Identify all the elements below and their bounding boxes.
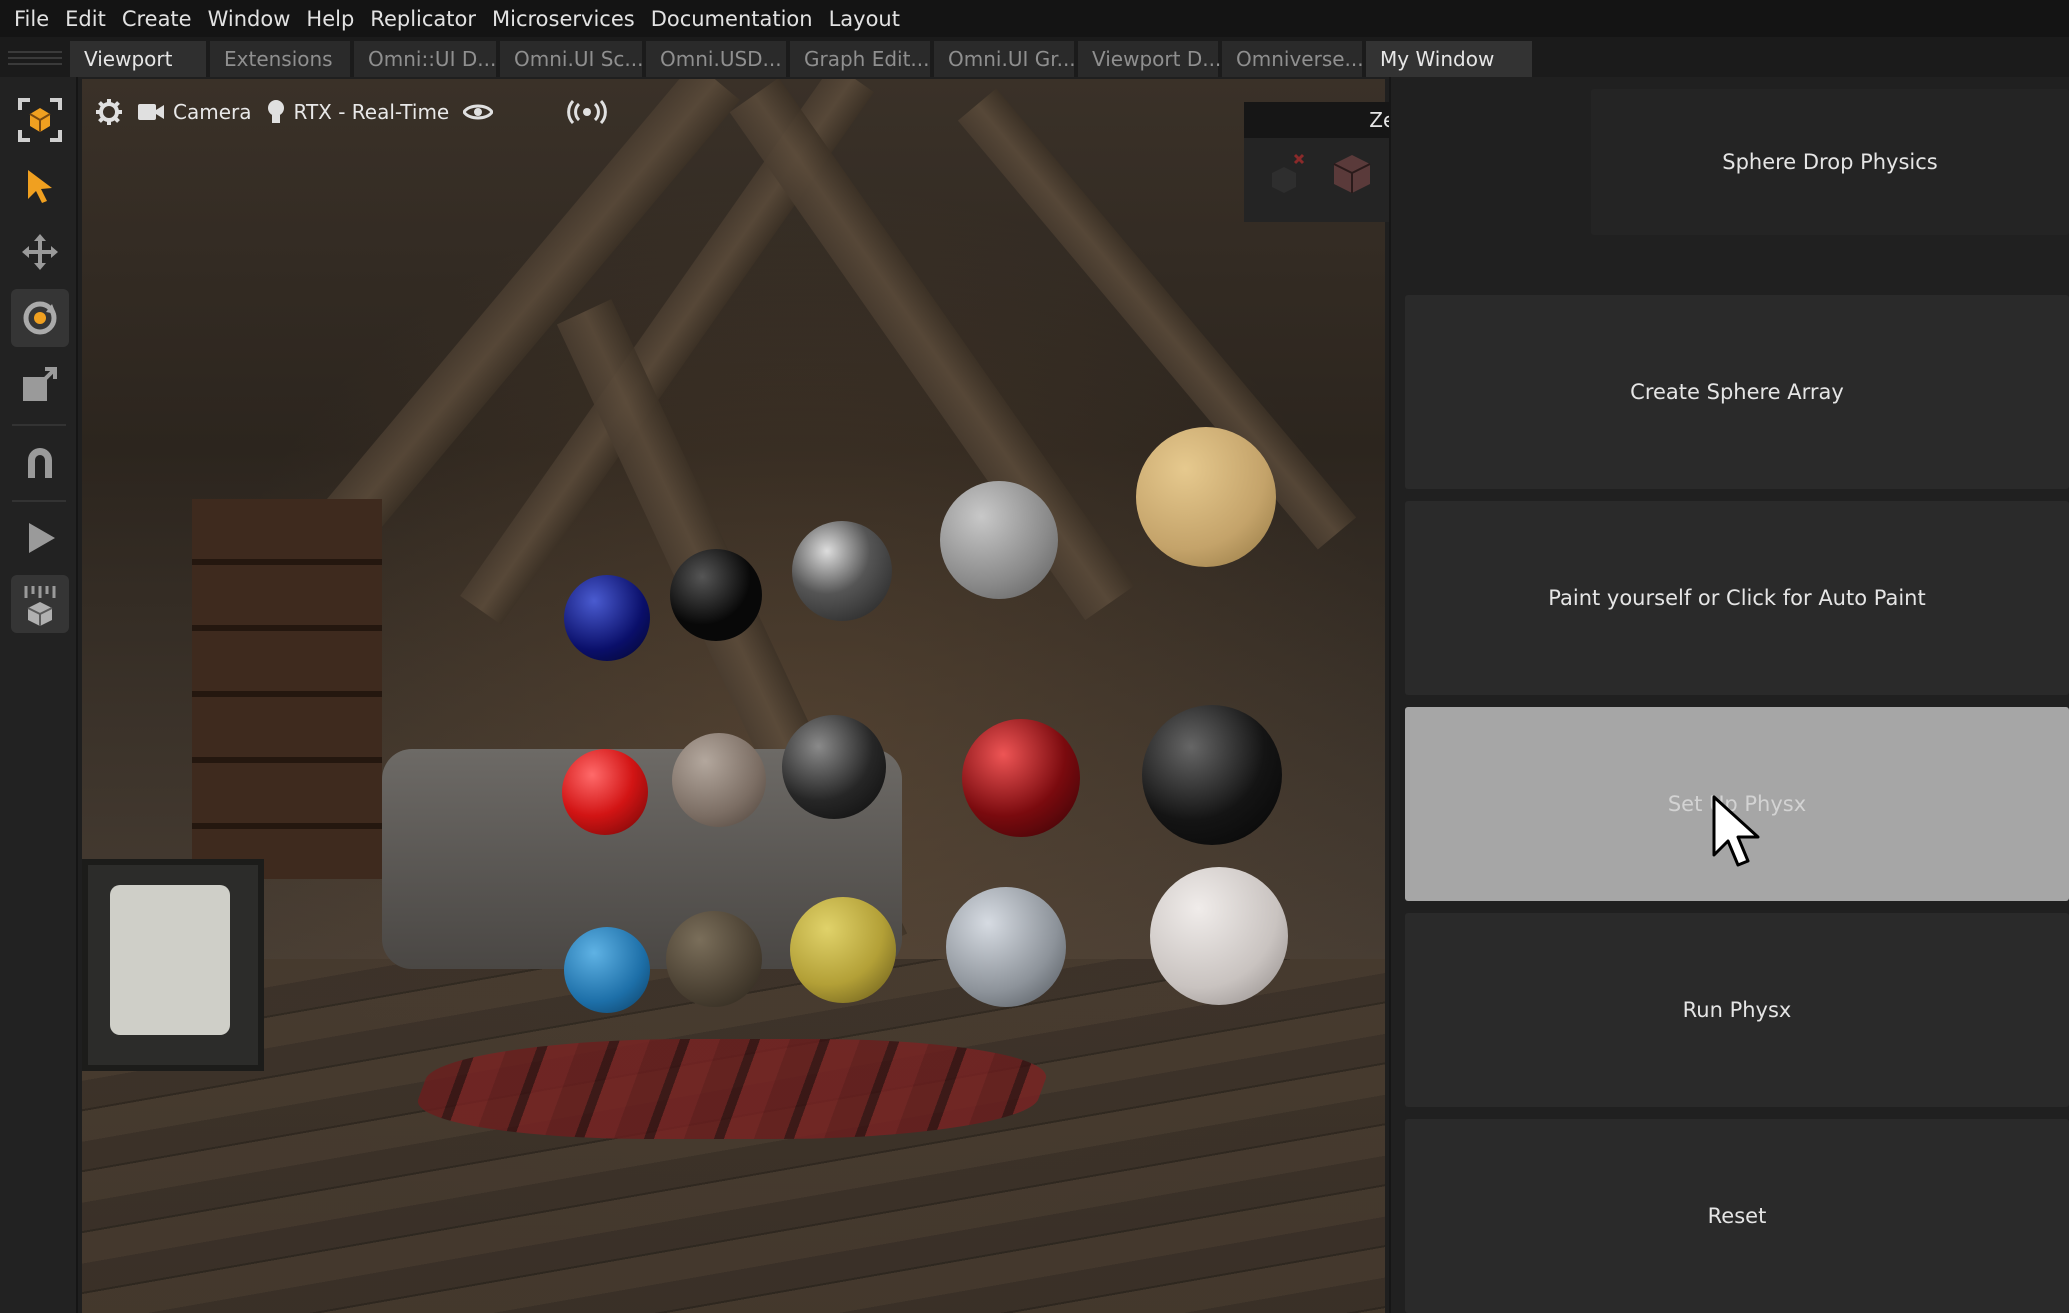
rug [403, 1039, 1061, 1139]
select-arrow-icon[interactable] [11, 157, 69, 215]
clear-marker-icon[interactable] [1258, 148, 1310, 200]
sphere[interactable] [782, 715, 886, 819]
tab-viewport-docs[interactable]: Viewport D... [1078, 41, 1221, 77]
menu-create[interactable]: Create [114, 7, 200, 31]
dynamic-cube-icon[interactable] [1326, 148, 1378, 200]
create-sphere-array-button[interactable]: Create Sphere Array [1405, 295, 2069, 489]
play-icon[interactable] [11, 509, 69, 567]
menu-edit[interactable]: Edit [57, 7, 114, 31]
roof-beam [729, 79, 1135, 621]
sphere[interactable] [562, 749, 648, 835]
sphere[interactable] [670, 549, 762, 641]
tab-graph-editor[interactable]: Graph Edit... [790, 41, 930, 77]
viewport-canvas[interactable] [82, 79, 1385, 1313]
tab-viewport[interactable]: Viewport [70, 41, 206, 77]
menu-microservices[interactable]: Microservices [484, 7, 643, 31]
tab-bar: Viewport Extensions Omni::UI D... Omni.U… [0, 37, 2069, 77]
sphere[interactable] [1150, 867, 1288, 1005]
left-toolbar [0, 77, 78, 1313]
sphere[interactable] [564, 575, 650, 661]
renderer-menu[interactable]: RTX - Real-Time [266, 98, 450, 126]
menu-help[interactable]: Help [298, 7, 362, 31]
mouse-cursor-icon [1710, 795, 1760, 874]
tab-omni-usd[interactable]: Omni.USD... [646, 41, 786, 77]
snap-magnet-icon[interactable] [11, 433, 69, 491]
lightbulb-icon [267, 100, 284, 123]
tab-omniverse[interactable]: Omniverse... [1222, 41, 1364, 77]
viewport-toolbar: Camera RTX - Real-Time [95, 92, 608, 132]
tab-omni-ui-graph[interactable]: Omni.UI Gr... [934, 41, 1076, 77]
tab-omni-ui-scene[interactable]: Omni.UI Sc... [500, 41, 643, 77]
menu-window[interactable]: Window [200, 7, 299, 31]
sphere[interactable] [1136, 427, 1276, 567]
auto-paint-button[interactable]: Paint yourself or Click for Auto Paint [1405, 501, 2069, 695]
sphere[interactable] [564, 927, 650, 1013]
camera-label: Camera [173, 100, 252, 124]
menubar: File Edit Create Window Help Replicator … [0, 0, 2069, 37]
menu-documentation[interactable]: Documentation [643, 7, 821, 31]
sphere[interactable] [962, 719, 1080, 837]
sphere[interactable] [666, 911, 762, 1007]
sphere[interactable] [946, 887, 1066, 1007]
tab-grip-handle[interactable] [0, 39, 70, 77]
camera-icon [138, 104, 164, 120]
sphere[interactable] [792, 521, 892, 621]
menu-replicator[interactable]: Replicator [362, 7, 484, 31]
tab-my-window[interactable]: My Window [1366, 41, 1532, 77]
old-tv [82, 859, 264, 1071]
gear-icon[interactable] [95, 98, 123, 126]
scale-icon[interactable] [11, 355, 69, 413]
camera-menu[interactable]: Camera [137, 100, 252, 124]
menu-file[interactable]: File [6, 7, 57, 31]
eye-icon[interactable] [463, 102, 494, 122]
sphere-drop-physics-button[interactable]: Sphere Drop Physics [1591, 89, 2069, 235]
tab-extensions[interactable]: Extensions [210, 41, 350, 77]
menu-layout[interactable]: Layout [821, 7, 908, 31]
rotate-icon[interactable] [11, 289, 69, 347]
broadcast-icon[interactable] [567, 100, 608, 124]
physics-drop-icon[interactable] [11, 575, 69, 633]
scene-select-icon[interactable] [11, 91, 69, 149]
tab-omni-ui-docs[interactable]: Omni::UI D... [354, 41, 496, 77]
bookshelf [192, 499, 382, 879]
renderer-label: RTX - Real-Time [293, 100, 450, 124]
my-window-panel: Sphere Drop Physics Create Sphere Array … [1389, 77, 2069, 1313]
move-icon[interactable] [11, 223, 69, 281]
reset-button[interactable]: Reset [1405, 1119, 2069, 1313]
sphere[interactable] [672, 733, 766, 827]
toolbar-divider [12, 500, 66, 502]
toolbar-divider [12, 424, 66, 426]
sphere[interactable] [940, 481, 1058, 599]
sphere[interactable] [1142, 705, 1282, 845]
run-physx-button[interactable]: Run Physx [1405, 913, 2069, 1107]
sphere[interactable] [790, 897, 896, 1003]
